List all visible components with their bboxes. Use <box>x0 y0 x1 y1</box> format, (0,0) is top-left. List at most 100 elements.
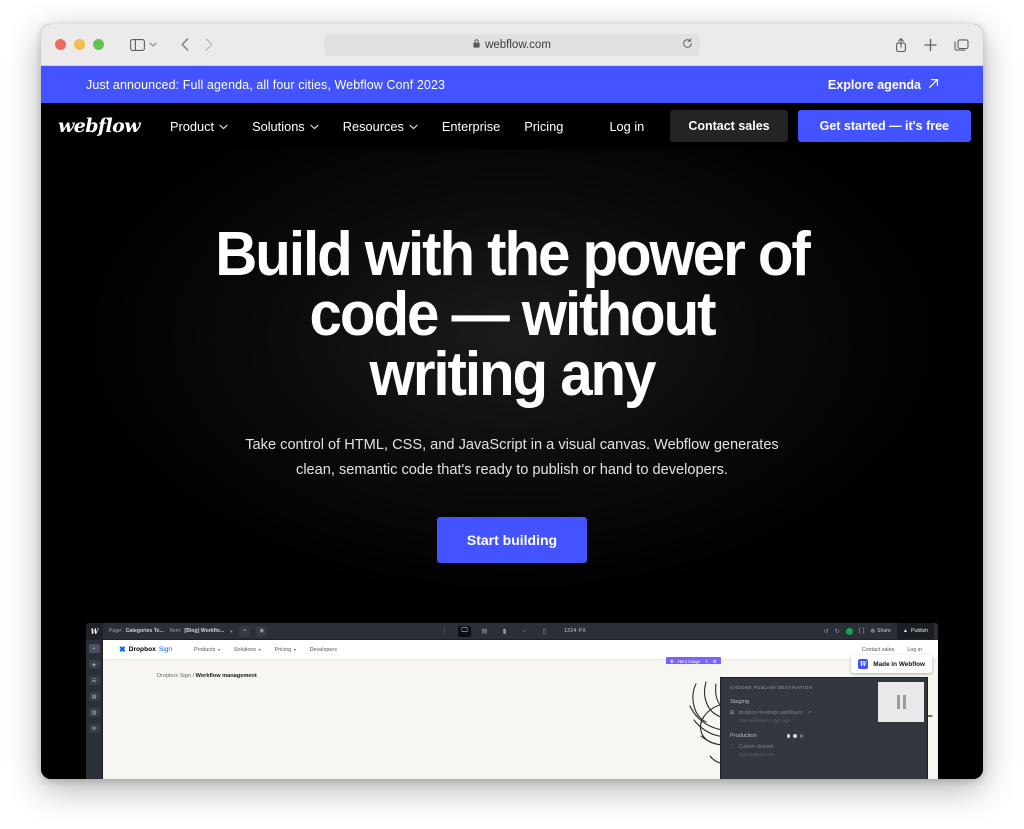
hero-cta-wrap: Start building <box>41 517 983 563</box>
nav-item-resources[interactable]: Resources <box>343 119 418 134</box>
publish-production-row[interactable]: ☐ Custom domain <box>730 744 918 750</box>
explore-agenda-link[interactable]: Explore agenda <box>828 77 939 92</box>
designer-page-selector[interactable]: Page: Categories Te... <box>109 628 164 634</box>
made-in-webflow-badge[interactable]: W Made in Webflow <box>851 655 932 673</box>
maximize-window-button[interactable] <box>93 39 104 50</box>
share-button[interactable]: ◍ Share <box>870 628 890 634</box>
navigator-icon[interactable]: ☰ <box>88 676 100 685</box>
canvas-nav-developers[interactable]: Developers <box>310 647 337 653</box>
breakpoint-menu-icon[interactable]: ⋮ <box>438 626 451 637</box>
plus-icon[interactable] <box>924 38 937 51</box>
eye-icon[interactable]: ◉ <box>256 625 268 637</box>
undo-icon[interactable]: ↺ <box>824 628 829 635</box>
comment-icon[interactable]: ◓ <box>239 625 251 637</box>
canvas-nav-right: Contact sales Log in <box>862 647 922 653</box>
redo-icon[interactable]: ↻ <box>835 628 840 635</box>
close-window-button[interactable] <box>55 39 66 50</box>
assets-icon[interactable]: ▥ <box>88 708 100 717</box>
designer-body: + ◈ ☰ ▤ ▥ ⚙ ✖ Dropbox Sign Products ▼ So… <box>86 640 938 779</box>
breakpoint-mobile[interactable]: ▯ <box>538 626 551 637</box>
canvas-nav-solutions-label: Solutions <box>233 646 257 653</box>
dropbox-logo-suffix: Sign <box>158 646 173 653</box>
publish-label: Publish <box>910 628 928 634</box>
publish-production-note: sign.dropbox.com <box>739 752 774 757</box>
hero-subtext: Take control of HTML, CSS, and JavaScrip… <box>232 433 792 483</box>
chevron-down-icon <box>310 123 319 132</box>
designer-canvas[interactable]: ✖ Dropbox Sign Products ▼ Solutions ▼ Pr… <box>103 640 938 779</box>
canvas-nav-products[interactable]: Products ▼ <box>194 647 221 653</box>
nav-links: Product Solutions Resources Enterprise P… <box>170 119 563 134</box>
nav-item-resources-label: Resources <box>342 118 404 134</box>
nav-item-solutions[interactable]: Solutions <box>252 119 319 134</box>
nav-item-solutions-label: Solutions <box>252 118 305 134</box>
contact-sales-button[interactable]: Contact sales <box>670 110 788 142</box>
made-in-webflow-label: Made in Webflow <box>873 660 925 668</box>
hero-subtext-line-1: Take control of HTML, CSS, and JavaScrip… <box>245 437 779 453</box>
dropbox-sign-logo[interactable]: ✖ Dropbox Sign <box>119 645 172 654</box>
nav-item-enterprise[interactable]: Enterprise <box>442 119 500 134</box>
settings-icon[interactable]: ⚙ <box>88 724 100 733</box>
publish-production-header: Production <box>730 733 918 739</box>
share-icon[interactable] <box>895 37 907 52</box>
lock-icon <box>473 39 480 50</box>
canvas-login-link[interactable]: Log in <box>907 647 922 653</box>
dropbox-icon: ✖ <box>119 645 126 654</box>
rocket-icon: ▲ <box>902 628 908 634</box>
tabs-overview-icon[interactable] <box>954 38 969 51</box>
canvas-nav-pricing-label: Pricing <box>274 646 292 653</box>
checkbox-icon[interactable]: ☐ <box>730 744 734 750</box>
breakpoint-desktop[interactable]: 🖵 <box>457 625 471 637</box>
pause-bar-right <box>902 695 906 709</box>
canvas-nav-solutions[interactable]: Solutions ▼ <box>234 647 262 653</box>
nav-item-pricing[interactable]: Pricing <box>524 119 563 134</box>
breakpoint-mobile-portrait[interactable]: ▫ <box>518 626 531 637</box>
breadcrumb-prefix: Dropbox Sign / <box>157 673 196 679</box>
breakpoint-mobile-landscape[interactable]: ▮ <box>498 626 511 637</box>
checkbox-checked-icon[interactable]: ☑ <box>730 710 734 716</box>
code-icon[interactable]: { } <box>859 628 865 634</box>
webflow-designer-screenshot: W Page: Categories Te... Item: [Blog] Wo… <box>86 623 938 779</box>
chevron-down-icon <box>219 123 228 132</box>
nav-item-product-label: Product <box>169 118 215 134</box>
chevron-down-icon: ▼ <box>217 647 221 652</box>
canvas-nav-developers-label: Developers <box>309 646 337 653</box>
reload-icon[interactable] <box>682 37 693 52</box>
login-link[interactable]: Log in <box>593 119 660 134</box>
pages-icon[interactable]: ◈ <box>88 660 100 669</box>
hero-subtext-line-2: clean, semantic code that's ready to pub… <box>296 462 728 478</box>
publish-production-label: Production <box>730 733 757 739</box>
publish-button[interactable]: ▲ Publish <box>896 623 934 639</box>
minimize-window-button[interactable] <box>74 39 85 50</box>
sidebar-toggle-button[interactable] <box>130 38 157 51</box>
back-arrow-icon[interactable] <box>181 38 189 51</box>
chevron-down-icon <box>409 123 418 132</box>
start-building-button[interactable]: Start building <box>436 517 588 563</box>
breakpoint-tablet[interactable]: ▤ <box>478 626 491 637</box>
designer-page-value: Categories Te... <box>125 628 164 634</box>
canvas-site-navbar: ✖ Dropbox Sign Products ▼ Solutions ▼ Pr… <box>103 640 938 660</box>
webflow-logo[interactable]: webflow <box>58 115 141 137</box>
address-bar[interactable]: webflow.com <box>324 33 700 56</box>
nav-item-product[interactable]: Product <box>170 119 228 134</box>
nav-item-pricing-label: Pricing <box>524 118 564 134</box>
chevron-down-icon[interactable] <box>149 42 157 47</box>
cms-icon[interactable]: ▤ <box>88 692 100 701</box>
external-link-icon[interactable]: ↗ <box>807 710 811 716</box>
share-label: Share <box>877 628 891 634</box>
designer-logo[interactable]: W <box>86 623 103 640</box>
chevron-down-icon: ▼ <box>258 647 262 652</box>
designer-item-label: Item: <box>169 628 182 634</box>
add-element-icon[interactable]: + <box>88 644 100 653</box>
get-started-button[interactable]: Get started — it's free <box>797 110 971 142</box>
canvas-nav-products-label: Products <box>194 646 216 653</box>
canvas-nav-pricing[interactable]: Pricing ▼ <box>275 647 297 653</box>
designer-item-value: [Blog] Workflo... <box>184 628 225 634</box>
site-navbar: webflow Product Solutions Resources Ente… <box>41 103 983 149</box>
announcement-text: Just announced: Full agenda, all four ci… <box>86 77 446 92</box>
designer-topbar-actions: ↺ ↻ { } ◍ Share ▲ Publish <box>824 623 938 639</box>
designer-item-selector[interactable]: Item: [Blog] Workflo... ▼ <box>170 628 233 634</box>
forward-arrow-icon[interactable] <box>205 38 213 51</box>
pause-bar-left <box>896 695 900 709</box>
canvas-contact-sales-link[interactable]: Contact sales <box>862 647 895 653</box>
announcement-banner[interactable]: Just announced: Full agenda, all four ci… <box>41 66 983 103</box>
